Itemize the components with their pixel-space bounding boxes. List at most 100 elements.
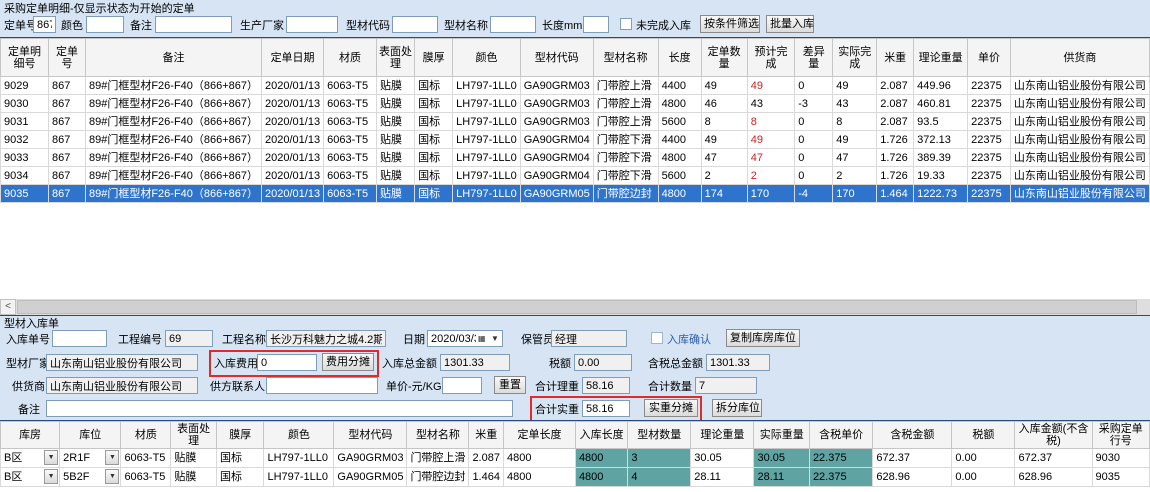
column-header[interactable]: 米重 bbox=[877, 39, 914, 77]
project-name-input[interactable] bbox=[266, 330, 386, 347]
profile-code-filter-input[interactable] bbox=[392, 16, 438, 33]
column-header[interactable]: 库位 bbox=[60, 422, 121, 449]
column-header[interactable]: 预计完成 bbox=[747, 39, 795, 77]
order-no-filter-input[interactable] bbox=[33, 16, 56, 33]
column-header[interactable]: 定单日期 bbox=[262, 39, 324, 77]
column-header[interactable]: 型材代码 bbox=[334, 422, 407, 449]
dropdown-arrow-icon[interactable]: ▼ bbox=[105, 469, 119, 484]
profile-name-filter-input[interactable] bbox=[490, 16, 536, 33]
column-header[interactable]: 表面处理 bbox=[376, 39, 414, 77]
column-header[interactable]: 型材代码 bbox=[520, 39, 593, 77]
column-header[interactable]: 含税单价 bbox=[809, 422, 872, 449]
column-header[interactable]: 型材名称 bbox=[407, 422, 469, 449]
manufacturer-filter-input[interactable] bbox=[286, 16, 338, 33]
tax-input[interactable] bbox=[574, 354, 632, 371]
column-header[interactable]: 膜厚 bbox=[216, 422, 264, 449]
column-header[interactable]: 供货商 bbox=[1010, 39, 1149, 77]
column-header[interactable]: 型材数量 bbox=[628, 422, 691, 449]
calendar-icon[interactable]: ▦ bbox=[478, 331, 486, 346]
column-header[interactable]: 米重 bbox=[469, 422, 504, 449]
inbound-confirm-checkbox[interactable] bbox=[651, 332, 663, 344]
column-header[interactable]: 颜色 bbox=[264, 422, 334, 449]
filter-by-condition-button[interactable]: 按条件筛选 bbox=[700, 15, 760, 33]
cell: 628.96 bbox=[1015, 468, 1092, 487]
scroll-left-icon[interactable]: < bbox=[0, 299, 16, 315]
cell: -4 bbox=[795, 185, 833, 203]
column-header[interactable]: 表面处理 bbox=[171, 422, 217, 449]
total-theoretical-weight-input[interactable] bbox=[582, 377, 630, 394]
table-row[interactable]: 903386789#门框型材F26-F40（866+867）2020/01/13… bbox=[1, 149, 1150, 167]
column-header[interactable]: 材质 bbox=[324, 39, 377, 77]
actual-weight-allocate-button[interactable]: 实重分摊 bbox=[644, 399, 698, 417]
column-header[interactable]: 膜厚 bbox=[415, 39, 453, 77]
column-header[interactable]: 入库金额(不含税) bbox=[1015, 422, 1092, 449]
unit-price-input[interactable] bbox=[442, 377, 482, 394]
cell: 6063-T5 bbox=[324, 167, 377, 185]
table-row[interactable]: 903586789#门框型材F26-F40（866+867）2020/01/13… bbox=[1, 185, 1150, 203]
dropdown-arrow-icon[interactable]: ▼ bbox=[44, 469, 58, 484]
column-header[interactable]: 差异量 bbox=[795, 39, 833, 77]
inbound-no-input[interactable] bbox=[52, 330, 107, 347]
column-header[interactable]: 备注 bbox=[85, 39, 261, 77]
copy-warehouse-location-button[interactable]: 复制库房库位 bbox=[726, 329, 800, 347]
batch-inbound-button[interactable]: 批量入库 bbox=[766, 15, 814, 33]
column-header[interactable]: 长度 bbox=[658, 39, 701, 77]
cell: 9033 bbox=[1, 149, 49, 167]
unfinished-inbound-checkbox[interactable] bbox=[620, 18, 632, 30]
remark-input[interactable] bbox=[46, 400, 513, 417]
table-row[interactable]: 903486789#门框型材F26-F40（866+867）2020/01/13… bbox=[1, 167, 1150, 185]
cell: 867 bbox=[48, 149, 85, 167]
color-filter-input[interactable] bbox=[86, 16, 124, 33]
column-header[interactable]: 采购定单行号 bbox=[1092, 422, 1149, 449]
project-no-input[interactable] bbox=[165, 330, 213, 347]
table-row[interactable]: 903286789#门框型材F26-F40（866+867）2020/01/13… bbox=[1, 131, 1150, 149]
cell: 贴膜 bbox=[171, 468, 217, 487]
column-header[interactable]: 定单明细号 bbox=[1, 39, 49, 77]
column-header[interactable]: 定单数量 bbox=[701, 39, 747, 77]
column-header[interactable]: 实际完成 bbox=[833, 39, 877, 77]
dropdown-arrow-icon[interactable]: ▼ bbox=[105, 450, 119, 465]
reset-button[interactable]: 重置 bbox=[494, 376, 526, 394]
cell: 89#门框型材F26-F40（866+867） bbox=[85, 185, 261, 203]
column-header[interactable]: 定单号 bbox=[48, 39, 85, 77]
table-row[interactable]: B区▼2R1F▼6063-T5贴膜国标LH797-1LL0GA90GRM03门带… bbox=[1, 449, 1150, 468]
length-filter-input[interactable] bbox=[583, 16, 609, 33]
keeper-input[interactable] bbox=[551, 330, 627, 347]
column-header[interactable]: 型材名称 bbox=[593, 39, 658, 77]
scrollbar-thumb[interactable] bbox=[17, 300, 1137, 314]
tax-incl-total-input[interactable] bbox=[706, 354, 770, 371]
column-header[interactable]: 定单长度 bbox=[503, 422, 575, 449]
remark-filter-input[interactable] bbox=[155, 16, 232, 33]
inbound-fee-input[interactable] bbox=[257, 354, 317, 371]
table-row[interactable]: 902986789#门框型材F26-F40（866+867）2020/01/13… bbox=[1, 77, 1150, 95]
cell: 4400 bbox=[658, 77, 701, 95]
cell: 5600 bbox=[658, 167, 701, 185]
total-qty-input[interactable] bbox=[695, 377, 757, 394]
total-actual-weight-input[interactable] bbox=[582, 400, 630, 417]
profile-factory-input[interactable] bbox=[46, 354, 198, 371]
table-row[interactable]: 903086789#门框型材F26-F40（866+867）2020/01/13… bbox=[1, 95, 1150, 113]
column-header[interactable]: 税额 bbox=[952, 422, 1015, 449]
supplier-input[interactable] bbox=[46, 377, 198, 394]
cell: 0 bbox=[795, 77, 833, 95]
column-header[interactable]: 理论重量 bbox=[691, 422, 754, 449]
column-header[interactable]: 单价 bbox=[968, 39, 1011, 77]
cell: 89#门框型材F26-F40（866+867） bbox=[85, 131, 261, 149]
inbound-total-input[interactable] bbox=[440, 354, 510, 371]
column-header[interactable]: 库房 bbox=[1, 422, 60, 449]
fee-allocate-button[interactable]: 费用分摊 bbox=[322, 353, 374, 371]
split-location-button[interactable]: 拆分库位 bbox=[712, 399, 762, 417]
column-header[interactable]: 入库长度 bbox=[575, 422, 627, 449]
cell: 174 bbox=[701, 185, 747, 203]
column-header[interactable]: 颜色 bbox=[453, 39, 521, 77]
table-row[interactable]: 903186789#门框型材F26-F40（866+867）2020/01/13… bbox=[1, 113, 1150, 131]
dropdown-arrow-icon[interactable]: ▼ bbox=[44, 450, 58, 465]
supplier-contact-input[interactable] bbox=[266, 377, 378, 394]
column-header[interactable]: 含税金额 bbox=[873, 422, 952, 449]
column-header[interactable]: 实际重量 bbox=[754, 422, 809, 449]
column-header[interactable]: 理论重量 bbox=[914, 39, 968, 77]
table-row[interactable]: B区▼5B2F▼6063-T5贴膜国标LH797-1LL0GA90GRM05门带… bbox=[1, 468, 1150, 487]
horizontal-scrollbar[interactable]: < bbox=[0, 299, 1150, 315]
date-dropdown-icon[interactable]: ▼ bbox=[491, 331, 499, 346]
column-header[interactable]: 材质 bbox=[121, 422, 171, 449]
